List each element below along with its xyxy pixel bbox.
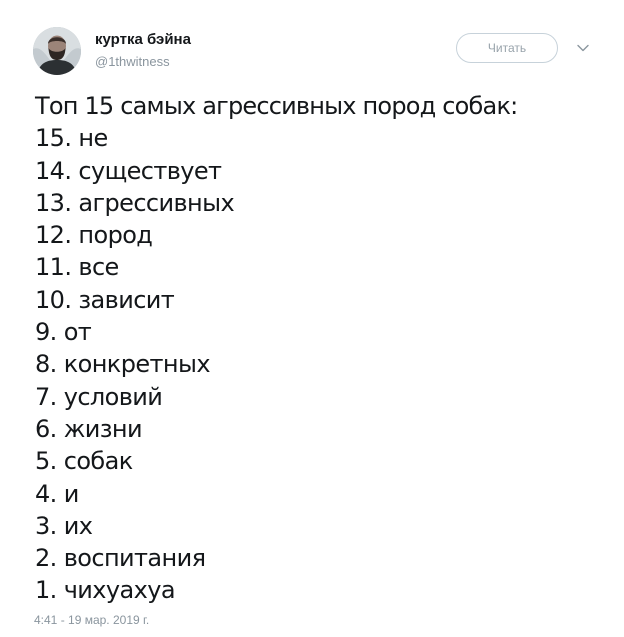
list-item: 14. существует xyxy=(35,156,222,185)
user-avatar[interactable] xyxy=(33,27,81,75)
tweet-title-line: Топ 15 самых агрессивных пород собак: xyxy=(35,92,518,120)
list-item: 13. агрессивных xyxy=(35,188,235,217)
list-item: 8. конкретных xyxy=(35,350,211,379)
follow-button[interactable]: Читать xyxy=(456,33,558,63)
tweet-text: Топ 15 самых агрессивных пород собак: 15… xyxy=(35,90,615,607)
list-item: 12. пород xyxy=(35,221,153,250)
follow-button-label: Читать xyxy=(487,41,527,55)
list-item: 9. от xyxy=(35,318,92,347)
more-options-button[interactable] xyxy=(573,38,593,58)
list-item: 4. и xyxy=(35,479,79,508)
list-item: 15. не xyxy=(35,124,108,153)
list-item: 5. собак xyxy=(35,447,133,476)
user-handle[interactable]: @1thwitness xyxy=(95,54,170,69)
list-item: 6. жизни xyxy=(35,414,143,443)
list-item: 7. условий xyxy=(35,382,163,411)
list-item: 10. зависит xyxy=(35,285,175,314)
list-item: 3. их xyxy=(35,511,93,540)
display-name[interactable]: куртка бэйна xyxy=(95,31,191,48)
list-item: 1. чихуахуа xyxy=(35,576,176,605)
list-item: 11. все xyxy=(35,253,119,282)
chevron-down-icon xyxy=(577,44,589,52)
avatar-photo-icon xyxy=(33,27,81,75)
tweet-card: куртка бэйна @1thwitness Читать Топ 15 с… xyxy=(0,0,624,637)
tweet-timestamp[interactable]: 4:41 - 19 мар. 2019 г. xyxy=(34,613,149,627)
list-item: 2. воспитания xyxy=(35,544,206,573)
